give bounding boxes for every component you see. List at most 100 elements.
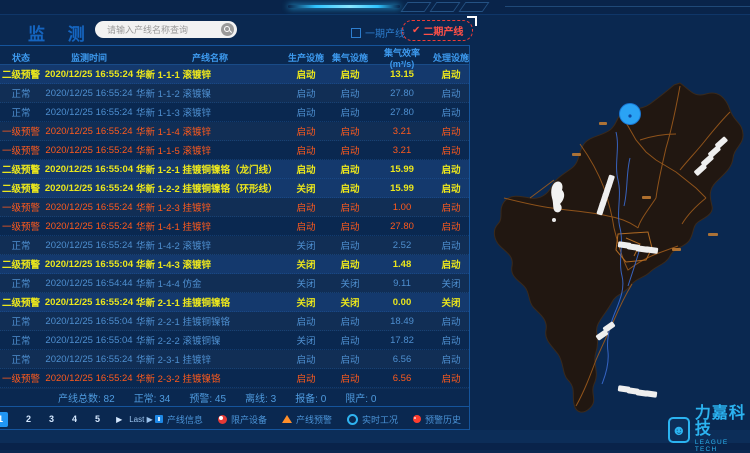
table-row[interactable]: 正常2020/12/25 16:55:24华新 1-4-2 滚镀锌关闭启动2.5… — [0, 236, 469, 255]
cell-status: 二级预警 — [0, 67, 42, 81]
page-buttons: 2 3 4 5 — [17, 414, 109, 424]
table-row[interactable]: 正常2020/12/25 16:54:44华新 1-4-4 仿金关闭关闭9.11… — [0, 274, 469, 293]
search-box[interactable] — [95, 21, 237, 38]
cell-treat: 启动 — [432, 314, 469, 328]
cell-gas: 关闭 — [328, 276, 372, 290]
column-header: 生产设施 — [284, 51, 328, 64]
table-row[interactable]: 二级预警2020/12/25 16:55:24华新 1-1-1 滚镀锌启动启动1… — [0, 65, 469, 84]
cell-time: 2020/12/25 16:55:24 — [42, 373, 136, 384]
checkbox-icon[interactable] — [351, 28, 361, 38]
cell-prod: 启动 — [284, 143, 328, 157]
legend-label: 预警历史 — [425, 413, 461, 426]
corner-bracket-decor — [467, 16, 477, 26]
cell-status: 正常 — [0, 352, 42, 366]
cell-time: 2020/12/25 16:55:04 — [42, 164, 136, 175]
table-row[interactable]: 正常2020/12/25 16:55:24华新 1-1-2 滚镀镍启动启动27.… — [0, 84, 469, 103]
column-header: 状态 — [0, 51, 42, 64]
info-square-icon — [155, 415, 163, 423]
cell-eff: 6.56 — [372, 373, 432, 384]
table-row[interactable]: 一级预警2020/12/25 16:55:24华新 1-1-4 滚镀锌启动启动3… — [0, 122, 469, 141]
cell-name: 华新 1-1-4 滚镀锌 — [136, 124, 284, 138]
table-row[interactable]: 一级预警2020/12/25 16:55:24华新 1-4-1 挂镀锌启动启动2… — [0, 217, 469, 236]
bottom-toolbar: 1 2 3 4 5 ▶ Last ▶ 产线信息 限产设备 产线预警 实时工况 预警历史 — [0, 406, 469, 431]
last-page-button[interactable]: Last ▶ — [129, 415, 153, 424]
cell-status: 一级预警 — [0, 124, 42, 138]
phase2-button[interactable]: ✔ 二期产线 — [402, 20, 473, 41]
cell-eff: 6.56 — [372, 354, 432, 365]
cell-prod: 启动 — [284, 200, 328, 214]
legend-item[interactable]: 限产设备 — [218, 413, 267, 426]
cell-treat: 启动 — [432, 162, 469, 176]
map-cluster-marker[interactable] — [620, 104, 641, 125]
table-row[interactable]: 正常2020/12/25 16:55:04华新 2-2-1 挂镀铜镍铬启动启动1… — [0, 312, 469, 331]
cell-prod: 关闭 — [284, 257, 328, 271]
cell-prod: 关闭 — [284, 238, 328, 252]
summary-item: 离线: 3 — [245, 390, 276, 405]
legend-item[interactable]: 预警历史 — [413, 413, 461, 426]
cell-gas: 启动 — [328, 352, 372, 366]
cell-treat: 启动 — [432, 219, 469, 233]
column-header: 监测时间 — [42, 51, 136, 64]
cell-eff: 3.21 — [372, 126, 432, 137]
table-row[interactable]: 正常2020/12/25 16:55:04华新 2-2-2 滚镀铜镍关闭启动17… — [0, 331, 469, 350]
district-map[interactable] — [480, 48, 750, 440]
cell-treat: 启动 — [432, 86, 469, 100]
cell-gas: 启动 — [328, 219, 372, 233]
cell-eff: 27.80 — [372, 88, 432, 99]
cell-prod: 启动 — [284, 124, 328, 138]
cell-time: 2020/12/25 16:55:24 — [42, 354, 136, 365]
cell-status: 正常 — [0, 86, 42, 100]
table-row[interactable]: 二级预警2020/12/25 16:55:24华新 2-1-1 挂镀铜镍铬关闭关… — [0, 293, 469, 312]
cell-status: 正常 — [0, 276, 42, 290]
cell-status: 二级预警 — [0, 257, 42, 271]
cell-gas: 启动 — [328, 200, 372, 214]
cell-gas: 启动 — [328, 181, 372, 195]
summary-item: 正常: 34 — [134, 390, 171, 405]
page-button-active[interactable]: 1 — [0, 412, 8, 427]
search-icon[interactable] — [221, 23, 234, 36]
district-landmass — [494, 83, 743, 412]
cell-name: 华新 1-4-4 仿金 — [136, 276, 284, 290]
cell-name: 华新 2-3-2 挂镀镍铬 — [136, 371, 284, 385]
table-row[interactable]: 一级预警2020/12/25 16:55:24华新 1-1-5 滚镀锌启动启动3… — [0, 141, 469, 160]
cell-prod: 关闭 — [284, 181, 328, 195]
page-button[interactable]: 4 — [72, 414, 77, 424]
cell-status: 正常 — [0, 238, 42, 252]
table-row[interactable]: 二级预警2020/12/25 16:55:04华新 1-4-3 滚镀锌关闭启动1… — [0, 255, 469, 274]
cell-status: 一级预警 — [0, 219, 42, 233]
map-cluster-marker-dot — [628, 114, 631, 117]
search-input[interactable] — [105, 24, 221, 36]
cell-gas: 启动 — [328, 333, 372, 347]
cell-prod: 启动 — [284, 314, 328, 328]
cell-name: 华新 1-4-2 滚镀锌 — [136, 238, 284, 252]
legend-item[interactable]: 实时工况 — [347, 413, 398, 426]
table-row[interactable]: 一级预警2020/12/25 16:55:24华新 2-3-2 挂镀镍铬启动启动… — [0, 369, 469, 388]
legend-item[interactable]: 产线信息 — [155, 413, 203, 426]
page-button[interactable]: 3 — [49, 414, 54, 424]
summary-bar: 产线总数: 82正常: 34预警: 45离线: 3报备: 0限产: 0 — [0, 389, 469, 406]
cell-time: 2020/12/25 16:55:24 — [42, 183, 136, 194]
phase1-checkbox[interactable]: 一期产线 — [351, 25, 405, 40]
page-button[interactable]: 5 — [95, 414, 100, 424]
cell-gas: 启动 — [328, 162, 372, 176]
cell-eff: 1.00 — [372, 202, 432, 213]
cell-gas: 启动 — [328, 238, 372, 252]
cell-treat: 启动 — [432, 200, 469, 214]
page-button[interactable]: 2 — [26, 414, 31, 424]
table-row[interactable]: 正常2020/12/25 16:55:24华新 2-3-1 挂镀锌启动启动6.5… — [0, 350, 469, 369]
cell-status: 一级预警 — [0, 200, 42, 214]
cell-treat: 启动 — [432, 181, 469, 195]
table-row[interactable]: 二级预警2020/12/25 16:55:04华新 1-2-1 挂镀铜镍铬（龙门… — [0, 160, 469, 179]
cell-time: 2020/12/25 16:55:04 — [42, 259, 136, 270]
cell-name: 华新 2-2-2 滚镀铜镍 — [136, 333, 284, 347]
cell-eff: 13.15 — [372, 69, 432, 80]
table-row[interactable]: 正常2020/12/25 16:55:24华新 1-1-3 滚镀锌启动启动27.… — [0, 103, 469, 122]
legend-item[interactable]: 产线预警 — [282, 413, 332, 426]
monitor-table-panel: 状态监测时间产线名称生产设施集气设施集气效率(m³/s)处理设施 二级预警202… — [0, 45, 470, 430]
table-row[interactable]: 二级预警2020/12/25 16:55:24华新 1-2-2 挂镀铜镍铬（环形… — [0, 179, 469, 198]
cell-eff: 15.99 — [372, 164, 432, 175]
table-row[interactable]: 一级预警2020/12/25 16:55:24华新 1-2-3 挂镀锌启动启动1… — [0, 198, 469, 217]
cell-name: 华新 2-3-1 挂镀锌 — [136, 352, 284, 366]
cell-gas: 启动 — [328, 257, 372, 271]
next-page-button[interactable]: ▶ — [116, 415, 122, 424]
